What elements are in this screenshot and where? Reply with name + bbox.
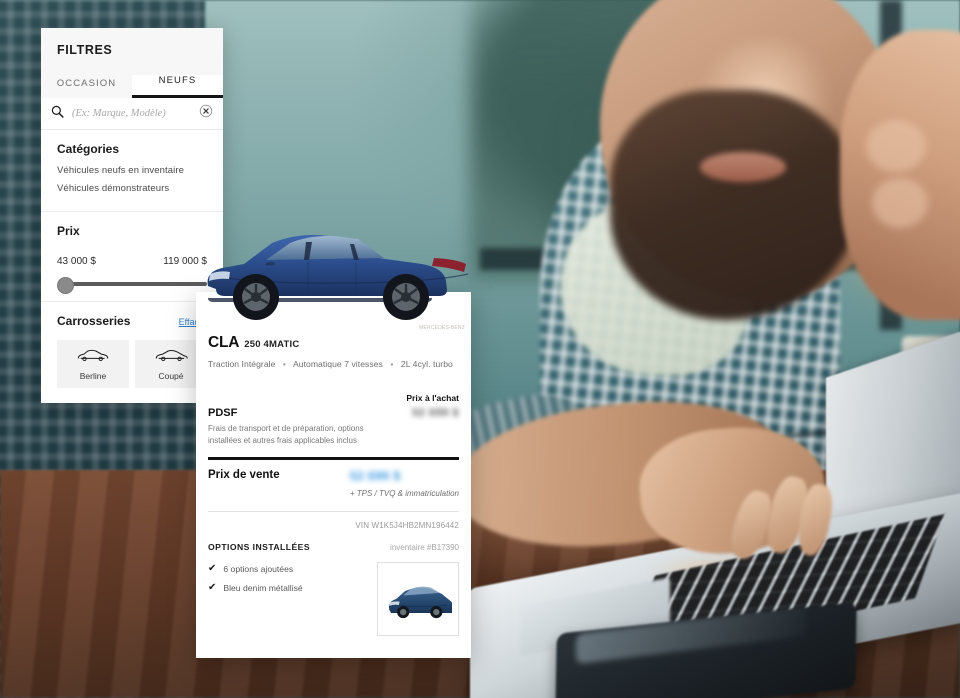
categories-list: Véhicules neufs en inventaire Véhicules … <box>57 165 207 194</box>
price-slider-handle[interactable] <box>57 277 74 294</box>
search-input[interactable]: (Ex: Marque, Modèle) <box>72 108 191 119</box>
price-slider[interactable] <box>57 277 207 294</box>
bodies-header: Carrosseries Effacer <box>57 314 207 328</box>
filters-tabs: OCCASION NEUFS <box>41 61 223 98</box>
price-title: Prix <box>57 224 80 238</box>
sale-price-label: Prix de vente <box>208 469 280 481</box>
bodies-title: Carrosseries <box>57 314 131 328</box>
tab-occasion[interactable]: OCCASION <box>41 78 132 98</box>
screenshot-stage: FILTRES OCCASION NEUFS (Ex: Marque, Modè… <box>0 0 960 698</box>
sale-price-row: Prix de vente 52 699 $ + TPS / TVQ & imm… <box>208 469 459 498</box>
sale-price-value: 52 699 $ <box>349 469 401 483</box>
spec-separator: • <box>390 359 394 369</box>
section-divider <box>208 511 459 512</box>
coupe-car-icon <box>154 348 188 367</box>
search-bar[interactable]: (Ex: Marque, Modèle) <box>41 98 223 130</box>
vehicle-model: CLA <box>208 334 240 351</box>
check-icon: ✔ <box>208 582 217 593</box>
knuckle <box>872 178 928 228</box>
search-icon <box>51 105 64 123</box>
tab-neufs[interactable]: NEUFS <box>132 75 223 98</box>
knuckle <box>866 120 926 172</box>
option-label: Bleu denim métallisé <box>223 583 303 593</box>
tax-note: + TPS / TVQ & immatriculation <box>349 489 459 498</box>
purchase-price-header: Prix à l'achat <box>406 393 459 403</box>
body-type-grid: Berline Coupé <box>57 340 207 388</box>
options-body: ✔ 6 options ajoutées ✔ Bleu denim métall… <box>208 562 459 636</box>
categories-section: Catégories Véhicules neufs en inventaire… <box>41 130 223 212</box>
sedan-car-icon <box>76 348 110 367</box>
body-type-berline[interactable]: Berline <box>57 340 129 388</box>
option-item: ✔ Bleu denim métallisé <box>208 582 303 594</box>
vehicle-detail-card: CLA 250 4MATIC Traction Intégrale • Auto… <box>196 292 471 658</box>
msrp-label: PDSF <box>208 407 238 419</box>
price-section: Prix 43 000 $ 119 000 $ <box>41 212 223 302</box>
price-min-label: 43 000 $ <box>57 256 96 267</box>
vehicle-thumbnail[interactable] <box>377 562 459 636</box>
spec-engine: 2L 4cyl. turbo <box>400 359 453 369</box>
price-values: 43 000 $ 119 000 $ <box>57 256 207 267</box>
msrp-value: 52 699 $ <box>412 407 459 419</box>
category-item-new-inventory[interactable]: Véhicules neufs en inventaire <box>57 165 207 176</box>
msrp-note: Frais de transport et de préparation, op… <box>208 424 364 445</box>
options-title: OPTIONS INSTALLÉES <box>208 542 311 552</box>
spec-transmission: Automatique 7 vitesses <box>292 359 383 369</box>
option-item: ✔ 6 options ajoutées <box>208 563 303 575</box>
options-list: ✔ 6 options ajoutées ✔ Bleu denim métall… <box>208 562 303 636</box>
categories-title: Catégories <box>57 142 120 156</box>
option-label: 6 options ajoutées <box>223 564 294 574</box>
check-icon: ✔ <box>208 563 217 574</box>
msrp-left: PDSF Frais de transport et de préparatio… <box>208 407 376 447</box>
options-header: OPTIONS INSTALLÉES inventaire #B17390 <box>208 542 459 552</box>
price-divider <box>208 457 459 460</box>
sale-price-right: 52 699 $ + TPS / TVQ & immatriculation <box>350 469 459 498</box>
clear-circle-icon[interactable] <box>199 104 213 123</box>
price-slider-track[interactable] <box>62 282 207 286</box>
price-max-label: 119 000 $ <box>163 256 207 267</box>
inventory-number: inventaire #B17390 <box>390 543 459 552</box>
person-lips <box>700 152 786 182</box>
filters-header: FILTRES <box>41 28 223 61</box>
vehicle-vin: VIN W1K5J4HB2MN196442 <box>355 521 459 530</box>
spec-separator: • <box>282 359 286 369</box>
msrp-row: PDSF Frais de transport et de préparatio… <box>208 407 459 447</box>
body-type-label: Berline <box>79 370 107 381</box>
vehicle-card-body: CLA 250 4MATIC Traction Intégrale • Auto… <box>196 292 471 636</box>
vehicle-specs: Traction Intégrale • Automatique 7 vites… <box>208 359 459 369</box>
spec-drivetrain: Traction Intégrale <box>208 359 276 369</box>
category-item-demonstrators[interactable]: Véhicules démonstrateurs <box>57 183 207 194</box>
body-type-label: Coupé <box>158 370 184 381</box>
vehicle-model-line: CLA 250 4MATIC <box>208 334 459 352</box>
vehicle-trim: 250 4MATIC <box>244 339 300 350</box>
filters-title: FILTRES <box>57 43 113 57</box>
brand-watermark: MERCEDES-BENZ <box>419 325 465 331</box>
